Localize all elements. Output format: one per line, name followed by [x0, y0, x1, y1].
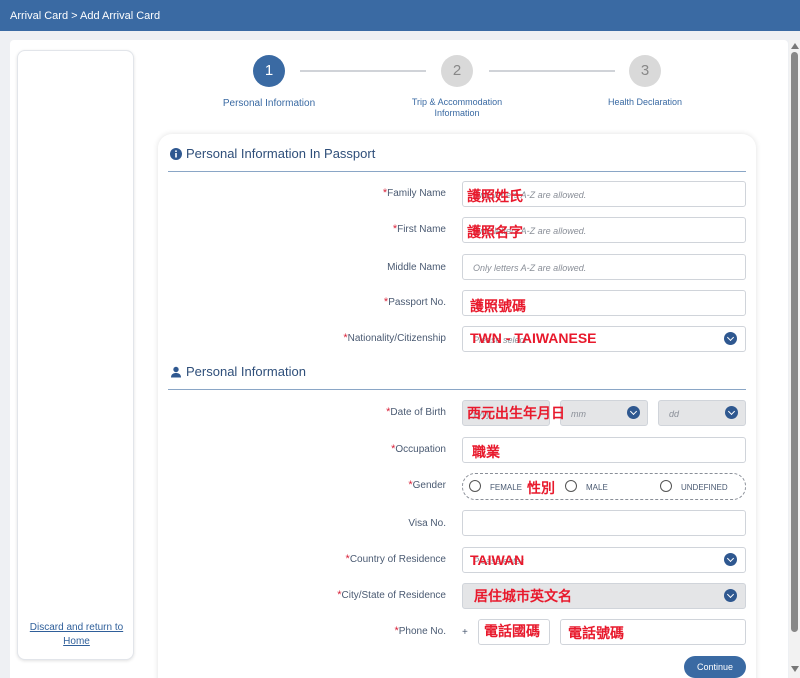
passport-section-title: Personal Information In Passport: [186, 146, 376, 161]
occupation-overlay: 職業: [472, 444, 500, 460]
phone-plus-prefix: +: [462, 627, 468, 638]
dob-label: *Date of Birth: [386, 406, 446, 418]
section-divider: [168, 171, 746, 172]
chevron-down-icon[interactable]: [724, 332, 737, 345]
phone-code-overlay: 電話國碼: [484, 623, 540, 639]
gender-overlay: 性別: [527, 480, 555, 496]
first-name-overlay: 護照名字: [467, 224, 523, 240]
gender-undefined-label[interactable]: UNDEFINED: [681, 483, 728, 492]
country-residence-label: *Country of Residence: [345, 553, 446, 565]
visa-no-field[interactable]: [462, 510, 746, 536]
scroll-thumb[interactable]: [791, 52, 798, 632]
step-3-circle: 3: [629, 55, 661, 87]
nationality-label: *Nationality/Citizenship: [343, 332, 446, 344]
gender-label: *Gender: [408, 479, 446, 491]
chevron-down-icon[interactable]: [725, 406, 738, 419]
discard-and-return-link[interactable]: Discard and return to Home: [18, 621, 135, 649]
sidebar: Discard and return to Home: [17, 50, 134, 660]
section-divider: [168, 389, 746, 390]
phone-number-overlay: 電話號碼: [568, 625, 624, 641]
person-icon: [171, 366, 181, 378]
occupation-label: *Occupation: [391, 443, 446, 455]
step-connector: [489, 70, 615, 72]
step-1-label: Personal Information: [222, 98, 316, 109]
step-2-circle: 2: [441, 55, 473, 87]
middle-name-field[interactable]: Only letters A-Z are allowed.: [462, 254, 746, 280]
family-name-label: *Family Name: [382, 187, 446, 199]
first-name-label: *First Name: [392, 223, 446, 235]
top-bar: Arrival Card > Add Arrival Card: [0, 0, 800, 31]
gender-male-radio[interactable]: [565, 480, 577, 492]
chevron-down-icon[interactable]: [627, 406, 640, 419]
breadcrumb: Arrival Card > Add Arrival Card: [10, 10, 161, 22]
family-name-overlay: 護照姓氏: [467, 188, 523, 204]
phone-label: *Phone No.: [394, 625, 446, 637]
chevron-down-icon[interactable]: [724, 553, 737, 566]
info-icon: [170, 148, 182, 160]
passport-no-label: *Passport No.: [383, 296, 446, 308]
continue-button[interactable]: Continue: [684, 656, 746, 678]
step-3-label: Health Declaration: [607, 97, 683, 107]
chevron-down-icon[interactable]: [724, 589, 737, 602]
country-residence-overlay: TAIWAN: [470, 552, 525, 568]
step-connector: [300, 70, 426, 72]
nationality-overlay: TWN - TAIWANESE: [470, 330, 597, 346]
dob-overlay: 西元出生年月日: [467, 405, 565, 421]
gender-female-radio[interactable]: [469, 480, 481, 492]
step-1-circle: 1: [253, 55, 285, 87]
scrollbar[interactable]: [789, 40, 800, 678]
passport-no-overlay: 護照號碼: [470, 298, 526, 314]
city-residence-overlay: 居住城市英文名: [474, 588, 572, 604]
scroll-up-icon[interactable]: [791, 43, 799, 49]
gender-male-label[interactable]: MALE: [586, 483, 608, 492]
occupation-field[interactable]: [462, 437, 746, 463]
middle-name-label: Middle Name: [387, 262, 446, 273]
gender-undefined-radio[interactable]: [660, 480, 672, 492]
personal-section-title: Personal Information: [186, 364, 306, 379]
scroll-down-icon[interactable]: [791, 666, 799, 672]
gender-female-label[interactable]: FEMALE: [490, 483, 522, 492]
city-residence-label: *City/State of Residence: [337, 589, 446, 601]
step-2-label: Trip & Accommodation Information: [411, 97, 503, 118]
visa-no-label: Visa No.: [408, 518, 446, 529]
